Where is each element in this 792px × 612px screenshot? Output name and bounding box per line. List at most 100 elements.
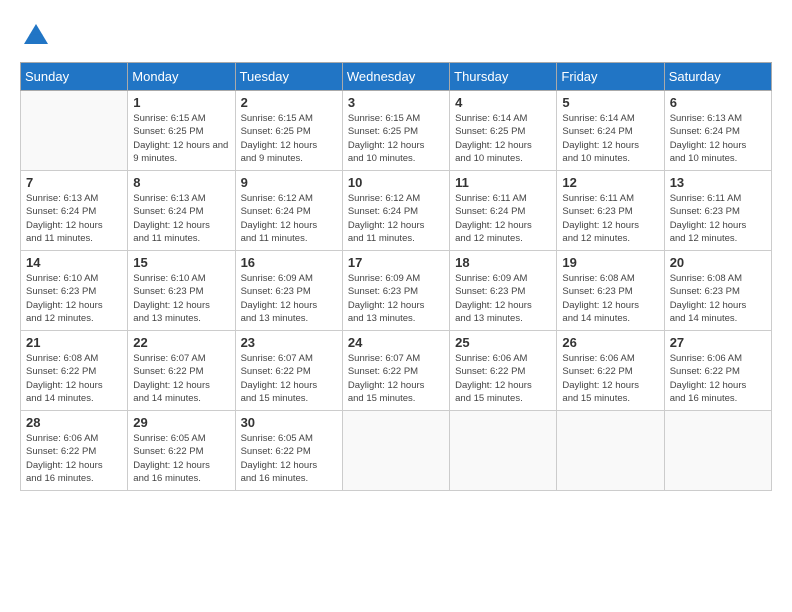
calendar-cell: 18 Sunrise: 6:09 AMSunset: 6:23 PMDayligh… [450,251,557,331]
day-detail: Sunrise: 6:08 AMSunset: 6:23 PMDaylight:… [562,272,658,325]
calendar-cell: 15Sunrise: 6:10 AMSunset: 6:23 PMDayligh… [128,251,235,331]
day-detail: Sunrise: 6:11 AMSunset: 6:24 PMDaylight:… [455,192,551,245]
weekday-header: Tuesday [235,63,342,91]
day-detail: Sunrise: 6:13 AMSunset: 6:24 PMDaylight:… [26,192,122,245]
day-number: 29 [133,415,229,430]
day-detail: Sunrise: 6:07 AMSunset: 6:22 PMDaylight:… [348,352,444,405]
calendar-cell: 27 Sunrise: 6:06 AMSunset: 6:22 PMDayligh… [664,331,771,411]
day-number: 16 [241,255,337,270]
day-number: 11 [455,175,551,190]
calendar-cell: 16 Sunrise: 6:09 AMSunset: 6:23 PMDayligh… [235,251,342,331]
calendar-cell [557,411,664,491]
day-detail: Sunrise: 6:08 AMSunset: 6:23 PMDaylight:… [670,272,766,325]
day-number: 7 [26,175,122,190]
logo-icon [20,20,52,52]
page-header [20,20,772,52]
day-detail: Sunrise: 6:09 AMSunset: 6:23 PMDaylight:… [455,272,551,325]
calendar-cell: 7 Sunrise: 6:13 AMSunset: 6:24 PMDaylight… [21,171,128,251]
day-number: 14 [26,255,122,270]
day-detail: Sunrise: 6:13 AMSunset: 6:24 PMDaylight:… [133,192,229,245]
weekday-header: Monday [128,63,235,91]
day-number: 24 [348,335,444,350]
day-number: 1 [133,95,229,110]
day-detail: Sunrise: 6:06 AMSunset: 6:22 PMDaylight:… [455,352,551,405]
calendar-cell: 24 Sunrise: 6:07 AMSunset: 6:22 PMDayligh… [342,331,449,411]
calendar-cell: 20 Sunrise: 6:08 AMSunset: 6:23 PMDayligh… [664,251,771,331]
calendar-cell: 6 Sunrise: 6:13 AMSunset: 6:24 PMDaylight… [664,91,771,171]
calendar-cell: 8 Sunrise: 6:13 AMSunset: 6:24 PMDaylight… [128,171,235,251]
day-number: 18 [455,255,551,270]
day-number: 13 [670,175,766,190]
day-detail: Sunrise: 6:06 AMSunset: 6:22 PMDaylight:… [26,432,122,485]
calendar-cell: 14 Sunrise: 6:10 AMSunset: 6:23 PMDayligh… [21,251,128,331]
calendar-cell: 30 Sunrise: 6:05 AMSunset: 6:22 PMDayligh… [235,411,342,491]
day-detail: Sunrise: 6:06 AMSunset: 6:22 PMDaylight:… [562,352,658,405]
day-number: 10 [348,175,444,190]
day-number: 6 [670,95,766,110]
calendar-cell [664,411,771,491]
weekday-header: Wednesday [342,63,449,91]
calendar-cell [450,411,557,491]
day-number: 15 [133,255,229,270]
day-number: 20 [670,255,766,270]
day-number: 27 [670,335,766,350]
logo [20,20,56,52]
calendar-cell: 17 Sunrise: 6:09 AMSunset: 6:23 PMDayligh… [342,251,449,331]
weekday-header: Thursday [450,63,557,91]
calendar-cell: 29 Sunrise: 6:05 AMSunset: 6:22 PMDayligh… [128,411,235,491]
weekday-header: Friday [557,63,664,91]
day-detail: Sunrise: 6:05 AMSunset: 6:22 PMDaylight:… [241,432,337,485]
day-number: 17 [348,255,444,270]
day-number: 30 [241,415,337,430]
calendar-cell: 19 Sunrise: 6:08 AMSunset: 6:23 PMDayligh… [557,251,664,331]
calendar-cell: 26 Sunrise: 6:06 AMSunset: 6:22 PMDayligh… [557,331,664,411]
day-detail: Sunrise: 6:12 AMSunset: 6:24 PMDaylight:… [348,192,444,245]
day-number: 12 [562,175,658,190]
calendar-cell: 2 Sunrise: 6:15 AMSunset: 6:25 PMDaylight… [235,91,342,171]
calendar-cell: 1 Sunrise: 6:15 AMSunset: 6:25 PMDaylight… [128,91,235,171]
weekday-header: Saturday [664,63,771,91]
calendar-cell [342,411,449,491]
day-detail: Sunrise: 6:15 AMSunset: 6:25 PMDaylight:… [241,112,337,165]
day-detail: Sunrise: 6:11 AMSunset: 6:23 PMDaylight:… [562,192,658,245]
calendar-cell: 13Sunrise: 6:11 AMSunset: 6:23 PMDayligh… [664,171,771,251]
day-detail: Sunrise: 6:07 AMSunset: 6:22 PMDaylight:… [241,352,337,405]
day-detail: Sunrise: 6:12 AMSunset: 6:24 PMDaylight:… [241,192,337,245]
day-detail: Sunrise: 6:09 AMSunset: 6:23 PMDaylight:… [241,272,337,325]
day-detail: Sunrise: 6:15 AMSunset: 6:25 PMDaylight:… [348,112,444,165]
calendar-cell: 10 Sunrise: 6:12 AMSunset: 6:24 PMDayligh… [342,171,449,251]
day-detail: Sunrise: 6:08 AMSunset: 6:22 PMDaylight:… [26,352,122,405]
day-number: 2 [241,95,337,110]
calendar-header: SundayMondayTuesdayWednesdayThursdayFrid… [21,63,772,91]
day-detail: Sunrise: 6:09 AMSunset: 6:23 PMDaylight:… [348,272,444,325]
calendar-cell: 25 Sunrise: 6:06 AMSunset: 6:22 PMDayligh… [450,331,557,411]
day-number: 22 [133,335,229,350]
day-number: 21 [26,335,122,350]
day-number: 4 [455,95,551,110]
day-number: 8 [133,175,229,190]
calendar: SundayMondayTuesdayWednesdayThursdayFrid… [20,62,772,491]
calendar-cell: 11 Sunrise: 6:11 AMSunset: 6:24 PMDayligh… [450,171,557,251]
weekday-header: Sunday [21,63,128,91]
calendar-cell: 21 Sunrise: 6:08 AMSunset: 6:22 PMDayligh… [21,331,128,411]
day-detail: Sunrise: 6:06 AMSunset: 6:22 PMDaylight:… [670,352,766,405]
day-detail: Sunrise: 6:15 AMSunset: 6:25 PMDaylight:… [133,112,229,165]
day-number: 28 [26,415,122,430]
day-number: 25 [455,335,551,350]
calendar-cell [21,91,128,171]
calendar-cell: 22 Sunrise: 6:07 AMSunset: 6:22 PMDayligh… [128,331,235,411]
day-detail: Sunrise: 6:07 AMSunset: 6:22 PMDaylight:… [133,352,229,405]
calendar-cell: 12 Sunrise: 6:11 AMSunset: 6:23 PMDayligh… [557,171,664,251]
calendar-cell: 28 Sunrise: 6:06 AMSunset: 6:22 PMDayligh… [21,411,128,491]
day-number: 3 [348,95,444,110]
calendar-cell: 5 Sunrise: 6:14 AMSunset: 6:24 PMDaylight… [557,91,664,171]
day-number: 26 [562,335,658,350]
day-detail: Sunrise: 6:14 AMSunset: 6:24 PMDaylight:… [562,112,658,165]
calendar-cell: 3 Sunrise: 6:15 AMSunset: 6:25 PMDaylight… [342,91,449,171]
day-number: 19 [562,255,658,270]
day-detail: Sunrise: 6:13 AMSunset: 6:24 PMDaylight:… [670,112,766,165]
day-detail: Sunrise: 6:14 AMSunset: 6:25 PMDaylight:… [455,112,551,165]
day-number: 5 [562,95,658,110]
day-detail: Sunrise: 6:05 AMSunset: 6:22 PMDaylight:… [133,432,229,485]
day-detail: Sunrise: 6:10 AMSunset: 6:23 PMDaylight:… [26,272,122,325]
